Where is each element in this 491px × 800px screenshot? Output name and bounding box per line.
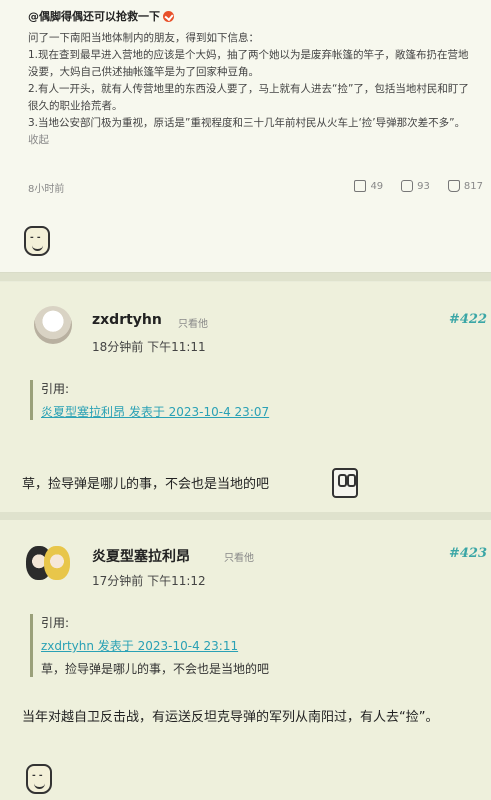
comment-button[interactable]: 93: [401, 180, 430, 192]
meme-face-icon: [26, 764, 52, 794]
quote-block: 引用: zxdrtyhn 发表于 2023-10-4 23:11 草，捡导弹是哪…: [30, 614, 269, 677]
only-view-author-link[interactable]: 只看他: [178, 315, 208, 330]
avatar[interactable]: [24, 546, 70, 586]
weibo-paragraph: 2.有人一开头，就有人传营地里的东西没人要了，马上就有人进去“捡”了，包括当地村…: [28, 83, 469, 112]
post-username[interactable]: zxdrtyhn: [92, 312, 162, 328]
weibo-time: 8小时前: [28, 184, 65, 195]
floor-number[interactable]: #423: [449, 546, 487, 561]
weibo-paragraph: 3.当地公安部门极为重视，原话是”重视程度和三十几年前村民从火车上‘捡’导弹那次…: [28, 115, 478, 149]
weibo-paragraph-text: 3.当地公安部门极为重视，原话是”重视程度和三十几年前村民从火车上‘捡’导弹那次…: [28, 117, 466, 129]
forum-post: 炎夏型塞拉利昂 只看他 17分钟前 下午11:12 #423 引用: zxdrt…: [0, 520, 491, 800]
share-count: 49: [370, 180, 384, 192]
quote-label: 引用:: [41, 616, 70, 630]
comment-count: 93: [417, 180, 430, 192]
quote-text: 草，捡导弹是哪儿的事，不会也是当地的吧: [41, 662, 270, 676]
meme-face-icon: [24, 226, 50, 256]
weibo-stats: 49 93 817: [354, 180, 483, 192]
verified-badge-icon: [163, 10, 174, 22]
quote-label: 引用:: [41, 382, 70, 396]
quote-source-link[interactable]: zxdrtyhn 发表于 2023-10-4 23:11: [41, 637, 269, 654]
only-view-author-link[interactable]: 只看他: [224, 549, 254, 564]
post-username[interactable]: 炎夏型塞拉利昂: [92, 546, 190, 566]
weibo-paragraph: 1.现在查到最早进入营地的应该是个大妈，抽了两个她以为是废弃帐篷的竿子，敞篷布扔…: [28, 49, 469, 78]
post-text: 草，捡导弹是哪儿的事，不会也是当地的吧: [22, 477, 270, 492]
share-icon: [354, 180, 367, 192]
emoji-icon: [332, 468, 358, 498]
post-time: 17分钟前 下午11:12: [92, 574, 206, 588]
post-time: 18分钟前 下午11:11: [92, 340, 206, 354]
quote-source-link[interactable]: 炎夏型塞拉利昂 发表于 2023-10-4 23:07: [41, 403, 269, 420]
weibo-body: 问了一下南阳当地体制内的朋友，得到如下信息： 1.现在查到最早进入营地的应该是个…: [28, 30, 478, 149]
weibo-paragraph: 问了一下南阳当地体制内的朋友，得到如下信息：: [28, 32, 259, 44]
weibo-post-card: @偶脚得偶还可以抢救一下 问了一下南阳当地体制内的朋友，得到如下信息： 1.现在…: [0, 0, 491, 273]
like-count: 817: [463, 180, 483, 192]
comment-icon: [401, 180, 414, 192]
weibo-author-name[interactable]: @偶脚得偶还可以抢救一下: [28, 8, 160, 24]
floor-number[interactable]: #422: [449, 312, 487, 327]
quote-block: 引用: 炎夏型塞拉利昂 发表于 2023-10-4 23:07: [30, 380, 269, 420]
share-button[interactable]: 49: [354, 180, 383, 192]
thumbs-up-icon: [447, 180, 460, 192]
post-text: 当年对越自卫反击战，有运送反坦克导弹的军列从南阳过，有人去“捡”。: [22, 710, 439, 725]
like-button[interactable]: 817: [447, 180, 483, 192]
divider: [0, 273, 491, 281]
forum-post: zxdrtyhn 只看他 18分钟前 下午11:11 #422 引用: 炎夏型塞…: [0, 282, 491, 512]
divider: [0, 512, 491, 520]
avatar[interactable]: [34, 306, 72, 344]
collapse-link[interactable]: 收起: [28, 134, 49, 146]
weibo-author[interactable]: @偶脚得偶还可以抢救一下: [28, 8, 174, 24]
